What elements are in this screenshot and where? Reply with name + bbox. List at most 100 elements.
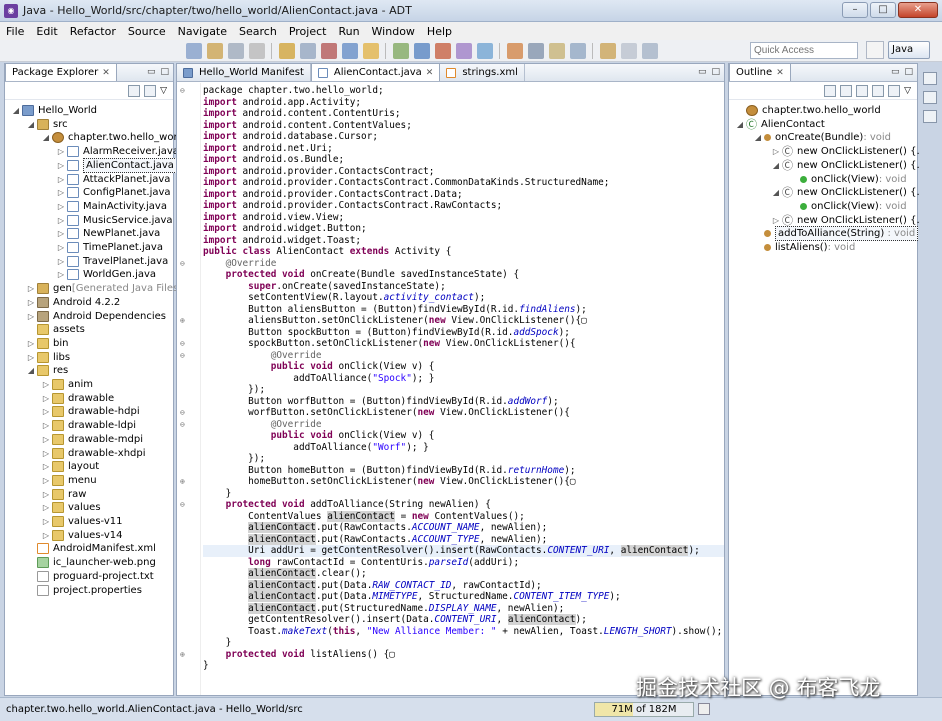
- tree-item[interactable]: ▷ values-v14: [41, 529, 123, 542]
- outline-item[interactable]: ◢ Ⓒ AlienContact: [735, 118, 825, 131]
- fold-collapse-icon[interactable]: ⊖: [180, 338, 185, 350]
- collapsed-arrow-icon[interactable]: ▷: [41, 433, 51, 446]
- close-icon[interactable]: ✕: [776, 68, 784, 78]
- toolbar-icon[interactable]: [642, 42, 658, 59]
- tree-item[interactable]: ▷ gen [Generated Java Files]: [26, 282, 182, 295]
- collapsed-arrow-icon[interactable]: ▷: [56, 173, 66, 186]
- tree-item[interactable]: ▷ drawable-xhdpi: [41, 447, 146, 460]
- hide-local-types-icon[interactable]: [888, 84, 901, 97]
- expanded-arrow-icon[interactable]: ◢: [735, 118, 745, 131]
- tree-item[interactable]: AndroidManifest.xml: [26, 542, 156, 555]
- collapsed-arrow-icon[interactable]: ▷: [26, 337, 36, 350]
- hide-static-icon[interactable]: [856, 84, 869, 97]
- toolbar-icon[interactable]: [621, 42, 637, 59]
- tree-item[interactable]: ▷ AttackPlanet.java: [56, 173, 170, 186]
- collapsed-arrow-icon[interactable]: ▷: [41, 419, 51, 432]
- menu-navigate[interactable]: Navigate: [178, 25, 227, 38]
- tree-item[interactable]: ◢ src: [26, 118, 68, 131]
- tree-item[interactable]: proguard-project.txt: [26, 570, 154, 583]
- collapsed-arrow-icon[interactable]: ▷: [56, 214, 66, 227]
- tree-item[interactable]: ◢ chapter.two.hello_world: [41, 131, 187, 144]
- toolbar-icon[interactable]: [186, 42, 202, 59]
- expanded-arrow-icon[interactable]: ◢: [26, 118, 36, 131]
- java-perspective-button[interactable]: Java: [888, 41, 930, 59]
- toolbar-icon[interactable]: [507, 42, 523, 59]
- outline-item[interactable]: onClick(View) : void: [789, 173, 907, 186]
- collapsed-arrow-icon[interactable]: ▷: [41, 378, 51, 391]
- collapsed-arrow-icon[interactable]: ▷: [56, 200, 66, 213]
- tree-item[interactable]: ▷ values-v11: [41, 515, 123, 528]
- collapsed-arrow-icon[interactable]: ▷: [56, 227, 66, 240]
- collapsed-arrow-icon[interactable]: ▷: [41, 405, 51, 418]
- toolbar-icon[interactable]: [300, 42, 316, 59]
- toolbar-icon[interactable]: [414, 42, 430, 59]
- expanded-arrow-icon[interactable]: ◢: [771, 159, 781, 172]
- toolbar-icon[interactable]: [228, 42, 244, 59]
- tree-item[interactable]: project.properties: [26, 584, 142, 597]
- tree-item[interactable]: ▷ MainActivity.java: [56, 200, 167, 213]
- tab-outline[interactable]: Outline ✕: [729, 63, 791, 81]
- tree-item[interactable]: ▷ drawable: [41, 392, 114, 405]
- maximize-icon[interactable]: □: [160, 67, 169, 77]
- collapsed-arrow-icon[interactable]: ▷: [26, 351, 36, 364]
- code-editor[interactable]: ⊖ ⊖ ⊕ ⊖ ⊖ ⊖ ⊖ ⊕ ⊖ ⊕ package chapter.two.hello_wor…: [177, 83, 724, 695]
- tree-item[interactable]: ▷ menu: [41, 474, 97, 487]
- toolbar-icon[interactable]: [207, 42, 223, 59]
- fold-collapse-icon[interactable]: ⊖: [180, 499, 185, 511]
- tree-item[interactable]: ▷ libs: [26, 351, 70, 364]
- tree-item[interactable]: ◢ res: [26, 364, 68, 377]
- editor-gutter[interactable]: ⊖ ⊖ ⊕ ⊖ ⊖ ⊖ ⊖ ⊕ ⊖ ⊕: [177, 83, 201, 695]
- expanded-arrow-icon[interactable]: ◢: [11, 104, 21, 117]
- tab-aliencontact-java[interactable]: AlienContact.java ✕: [310, 63, 441, 81]
- menu-edit[interactable]: Edit: [36, 25, 57, 38]
- menu-window[interactable]: Window: [372, 25, 415, 38]
- fold-expand-icon[interactable]: ⊕: [180, 649, 185, 661]
- tree-item[interactable]: assets: [26, 323, 85, 336]
- outline-item[interactable]: listAliens() : void: [753, 241, 855, 254]
- tree-item[interactable]: ▷ bin: [26, 337, 68, 350]
- fold-expand-icon[interactable]: ⊕: [180, 315, 185, 327]
- toolbar-icon[interactable]: [600, 42, 616, 59]
- menu-search[interactable]: Search: [239, 25, 277, 38]
- toolbar-icon[interactable]: [393, 42, 409, 59]
- minimize-icon[interactable]: ▭: [147, 67, 156, 77]
- tree-item[interactable]: ▷ AlienContact.java: [56, 157, 177, 173]
- tree-item[interactable]: ▷ TimePlanet.java: [56, 241, 163, 254]
- menu-refactor[interactable]: Refactor: [70, 25, 116, 38]
- tree-item[interactable]: ▷ values: [41, 501, 101, 514]
- collapsed-arrow-icon[interactable]: ▷: [56, 145, 66, 158]
- hide-fields-icon[interactable]: [840, 84, 853, 97]
- toolbar-icon[interactable]: [249, 42, 265, 59]
- tree-item[interactable]: ▷ MusicService.java: [56, 214, 173, 227]
- tab-strings-xml[interactable]: strings.xml: [440, 64, 525, 81]
- heap-status[interactable]: 71M of 182M: [594, 702, 694, 717]
- menu-help[interactable]: Help: [427, 25, 452, 38]
- expanded-arrow-icon[interactable]: ◢: [753, 131, 763, 144]
- view-menu-icon[interactable]: ▽: [904, 86, 911, 96]
- console-icon[interactable]: [923, 110, 937, 123]
- maximize-icon[interactable]: □: [904, 67, 913, 77]
- outline-item[interactable]: chapter.two.hello_world: [735, 104, 881, 117]
- fold-collapse-icon[interactable]: ⊖: [180, 85, 185, 97]
- toolbar-icon[interactable]: [363, 42, 379, 59]
- tab-package-explorer[interactable]: Package Explorer ✕: [5, 63, 117, 81]
- fold-collapse-icon[interactable]: ⊖: [180, 407, 185, 419]
- fold-collapse-icon[interactable]: ⊖: [180, 258, 185, 270]
- minimize-button[interactable]: –: [842, 2, 868, 18]
- outline-item[interactable]: ◢ Ⓒnew OnClickListener() {...}: [771, 159, 932, 172]
- tree-item[interactable]: ▷ Android 4.2.2: [26, 296, 120, 309]
- tree-item[interactable]: ic_launcher-web.png: [26, 556, 156, 569]
- toolbar-icon[interactable]: [528, 42, 544, 59]
- close-icon[interactable]: ✕: [426, 68, 434, 78]
- toolbar-icon[interactable]: [456, 42, 472, 59]
- tree-item[interactable]: ▷ ConfigPlanet.java: [56, 186, 171, 199]
- menu-run[interactable]: Run: [338, 25, 359, 38]
- toolbar-icon[interactable]: [321, 42, 337, 59]
- expanded-arrow-icon[interactable]: ◢: [771, 186, 781, 199]
- collapsed-arrow-icon[interactable]: ▷: [41, 392, 51, 405]
- tree-item[interactable]: ▷ Android Dependencies: [26, 310, 166, 323]
- toolbar-icon[interactable]: [435, 42, 451, 59]
- collapsed-arrow-icon[interactable]: ▷: [56, 159, 66, 172]
- fold-expand-icon[interactable]: ⊕: [180, 476, 185, 488]
- collapsed-arrow-icon[interactable]: ▷: [41, 447, 51, 460]
